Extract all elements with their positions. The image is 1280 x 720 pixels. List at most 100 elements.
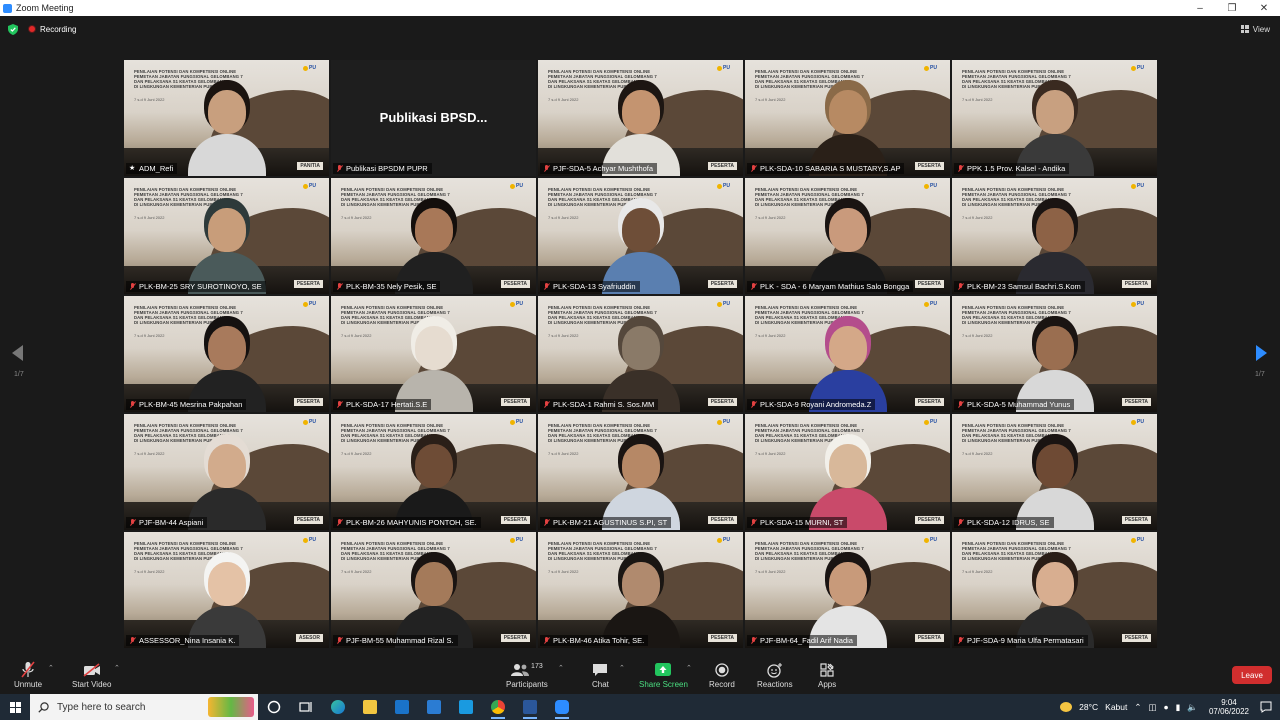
apps-label: Apps: [818, 680, 837, 689]
video-tile[interactable]: PENILAIAN POTENSI DAN KOMPETENSI ONLINE P…: [331, 414, 536, 530]
weather-description[interactable]: Kabut: [1105, 702, 1127, 712]
video-tile[interactable]: PENILAIAN POTENSI DAN KOMPETENSI ONLINE P…: [952, 296, 1157, 412]
background-date: 7 s.d 9 Juni 2022: [962, 451, 993, 456]
participant-name-tag: PLK-SDA-15 MURNI, ST: [747, 517, 848, 528]
taskbar-edge[interactable]: [322, 694, 354, 720]
windows-start-button[interactable]: [0, 694, 30, 720]
video-tile[interactable]: Publikasi BPSD... Publikasi BPSDM PUPR: [331, 60, 536, 176]
record-button[interactable]: Record: [709, 660, 735, 689]
participant-name: PLK-BM-26 MAHYUNIS PONTOH, SE.: [346, 518, 477, 527]
video-tile[interactable]: PENILAIAN POTENSI DAN KOMPETENSI ONLINE P…: [745, 414, 950, 530]
view-button[interactable]: View: [1240, 25, 1270, 34]
video-tile[interactable]: PENILAIAN POTENSI DAN KOMPETENSI ONLINE P…: [745, 60, 950, 176]
logo-text: PU: [930, 537, 937, 543]
video-tile[interactable]: PENILAIAN POTENSI DAN KOMPETENSI ONLINE P…: [745, 532, 950, 648]
taskbar-file-explorer[interactable]: [354, 694, 386, 720]
reactions-smiley-icon: [767, 662, 782, 678]
taskbar-mail[interactable]: [418, 694, 450, 720]
logo-text: PU: [930, 65, 937, 71]
video-tile[interactable]: PENILAIAN POTENSI DAN KOMPETENSI ONLINE P…: [124, 178, 329, 294]
start-video-button[interactable]: Start Video: [72, 660, 111, 689]
weather-icon[interactable]: [1060, 702, 1073, 712]
taskbar-store[interactable]: [386, 694, 418, 720]
taskbar-calendar[interactable]: [450, 694, 482, 720]
muted-mic-icon: [543, 400, 550, 409]
cortana-button[interactable]: [258, 694, 290, 720]
participant-head: [207, 208, 246, 252]
participant-name-tag: PLK-SDA-12 IDRUS, SE: [954, 517, 1054, 528]
tray-overflow-chevron-icon[interactable]: ⌃: [1134, 702, 1141, 713]
participant-name: Publikasi BPSDM PUPR: [346, 164, 428, 173]
muted-mic-icon: [129, 282, 136, 291]
volume-icon[interactable]: 🔈: [1187, 702, 1198, 713]
network-icon[interactable]: ◫: [1149, 702, 1157, 713]
battery-icon[interactable]: ▮: [1176, 702, 1181, 713]
video-tile[interactable]: PENILAIAN POTENSI DAN KOMPETENSI ONLINE P…: [124, 296, 329, 412]
participant-name-tag: ASSESSOR_Nina Insania K.: [126, 635, 240, 646]
share-screen-button[interactable]: Share Screen: [639, 660, 688, 689]
chat-button[interactable]: Chat: [592, 660, 609, 689]
chat-options-caret-icon[interactable]: ⌃: [619, 664, 625, 672]
participant-head: [1035, 90, 1074, 134]
video-options-caret-icon[interactable]: ⌃: [114, 664, 120, 672]
leave-button[interactable]: Leave: [1232, 666, 1272, 684]
encryption-shield-icon[interactable]: [8, 23, 18, 35]
weather-temperature[interactable]: 28°C: [1079, 702, 1098, 712]
video-tile[interactable]: PENILAIAN POTENSI DAN KOMPETENSI ONLINE P…: [331, 178, 536, 294]
apps-button[interactable]: Apps: [818, 660, 836, 689]
reactions-button[interactable]: Reactions: [757, 660, 793, 689]
video-tile[interactable]: PENILAIAN POTENSI DAN KOMPETENSI ONLINE P…: [538, 60, 743, 176]
participant-name-tag: PLK-SDA-1 Rahmi S. Sos.MM: [540, 399, 659, 410]
previous-page-arrow-icon[interactable]: [12, 345, 23, 361]
taskbar-search-box[interactable]: Type here to search: [30, 694, 258, 720]
video-tile[interactable]: PENILAIAN POTENSI DAN KOMPETENSI ONLINE P…: [745, 178, 950, 294]
participant-name-tag: PLK-SDA-10 SABARIA S MUSTARY,S.AP: [747, 163, 905, 174]
video-tile[interactable]: PENILAIAN POTENSI DAN KOMPETENSI ONLINE P…: [952, 178, 1157, 294]
muted-mic-icon: [129, 636, 136, 645]
microphone-tray-icon[interactable]: ●: [1164, 702, 1169, 712]
logo-text: PU: [1137, 537, 1144, 543]
audio-options-caret-icon[interactable]: ⌃: [48, 664, 54, 672]
recording-indicator[interactable]: Recording: [28, 25, 76, 34]
video-tile[interactable]: PENILAIAN POTENSI DAN KOMPETENSI ONLINE P…: [331, 532, 536, 648]
unmute-button[interactable]: Unmute: [14, 660, 42, 689]
video-tile[interactable]: PENILAIAN POTENSI DAN KOMPETENSI ONLINE P…: [538, 414, 743, 530]
video-tile[interactable]: PENILAIAN POTENSI DAN KOMPETENSI ONLINE P…: [538, 532, 743, 648]
background-date: 7 s.d 9 Juni 2022: [341, 215, 372, 220]
video-tile[interactable]: PENILAIAN POTENSI DAN KOMPETENSI ONLINE P…: [124, 414, 329, 530]
role-tag: PESERTA: [707, 516, 737, 524]
taskbar-chrome[interactable]: [482, 694, 514, 720]
video-tile[interactable]: PENILAIAN POTENSI DAN KOMPETENSI ONLINE P…: [952, 532, 1157, 648]
taskbar-zoom[interactable]: [546, 694, 578, 720]
task-view-button[interactable]: [290, 694, 322, 720]
taskbar-word[interactable]: [514, 694, 546, 720]
next-page-arrow-icon[interactable]: [1256, 345, 1267, 361]
share-options-caret-icon[interactable]: ⌃: [686, 664, 692, 672]
participant-name-tag: PLK-BM-45 Mesrina Pakpahan: [126, 399, 247, 410]
pupr-logo-icon: PU: [924, 65, 942, 71]
participants-options-caret-icon[interactable]: ⌃: [558, 664, 564, 672]
participant-head: [828, 90, 867, 134]
participants-button[interactable]: 173 Participants: [506, 660, 548, 690]
video-tile[interactable]: PENILAIAN POTENSI DAN KOMPETENSI ONLINE P…: [745, 296, 950, 412]
close-button[interactable]: ✕: [1248, 0, 1280, 16]
role-tag: PESERTA: [707, 634, 737, 642]
taskbar-clock[interactable]: 9:04 07/06/2022: [1209, 698, 1249, 716]
restore-button[interactable]: ❐: [1216, 0, 1248, 16]
role-tag: PESERTA: [500, 280, 530, 288]
video-tile[interactable]: PENILAIAN POTENSI DAN KOMPETENSI ONLINE P…: [538, 296, 743, 412]
record-icon: [715, 663, 729, 677]
logo-text: PU: [516, 537, 523, 543]
participant-name-tag: PLK-BM-23 Samsul Bachri.S.Kom: [954, 281, 1085, 292]
video-tile[interactable]: PENILAIAN POTENSI DAN KOMPETENSI ONLINE P…: [124, 532, 329, 648]
minimize-button[interactable]: –: [1184, 0, 1216, 16]
video-tile[interactable]: PENILAIAN POTENSI DAN KOMPETENSI ONLINE P…: [124, 60, 329, 176]
video-tile[interactable]: PENILAIAN POTENSI DAN KOMPETENSI ONLINE P…: [952, 60, 1157, 176]
muted-mic-icon: [543, 518, 550, 527]
video-tile[interactable]: PENILAIAN POTENSI DAN KOMPETENSI ONLINE P…: [331, 296, 536, 412]
pupr-logo-icon: PU: [510, 537, 528, 543]
video-tile[interactable]: PENILAIAN POTENSI DAN KOMPETENSI ONLINE P…: [952, 414, 1157, 530]
participants-count: 173: [531, 662, 543, 670]
video-tile[interactable]: PENILAIAN POTENSI DAN KOMPETENSI ONLINE P…: [538, 178, 743, 294]
notifications-button[interactable]: [1256, 694, 1276, 720]
